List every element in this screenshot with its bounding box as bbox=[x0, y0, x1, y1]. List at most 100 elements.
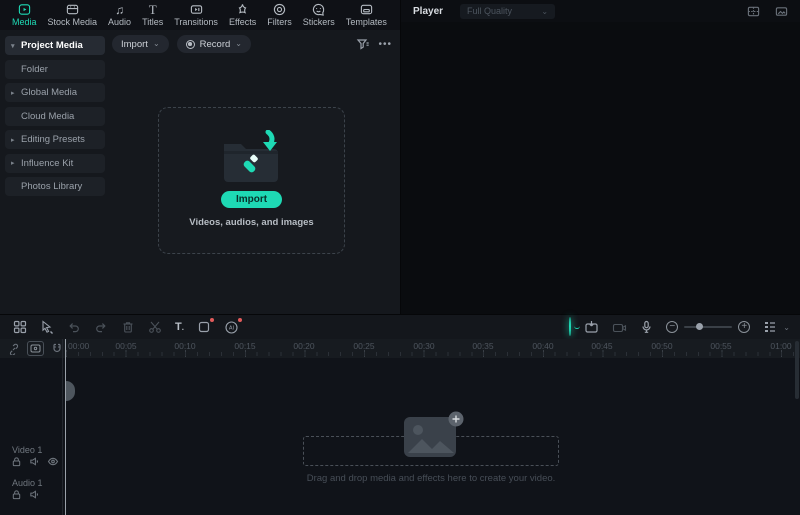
tab-filters[interactable]: Filters bbox=[267, 3, 292, 27]
tab-label: Audio bbox=[108, 17, 132, 27]
sidebar-item-label: Editing Presets bbox=[21, 134, 85, 145]
caret-down-icon[interactable]: ⌄ bbox=[783, 323, 790, 332]
media-icon bbox=[18, 3, 31, 16]
undo-icon[interactable] bbox=[67, 320, 81, 334]
sidebar-item-global-media[interactable]: ▸ Global Media bbox=[5, 83, 105, 102]
caret-down-icon: ▾ bbox=[11, 42, 15, 50]
sidebar-item-label: Cloud Media bbox=[21, 110, 75, 122]
record-screen-icon[interactable] bbox=[612, 321, 627, 334]
tab-label: Templates bbox=[345, 17, 387, 27]
tab-stock-media[interactable]: Stock Media bbox=[47, 3, 98, 27]
audio-icon: ♫ bbox=[115, 3, 125, 17]
sidebar-item-influence-kit[interactable]: ▸ Influence Kit bbox=[5, 153, 105, 173]
playhead[interactable] bbox=[65, 339, 66, 515]
tab-label: Effects bbox=[228, 17, 257, 27]
sidebar-item-photos-library[interactable]: Photos Library bbox=[5, 177, 105, 196]
player-panel: Player Full Quality ⌄ 00:00:00:00 / 00:0… bbox=[401, 0, 800, 314]
tab-label: Transitions bbox=[174, 17, 218, 27]
dropzone-caption: Videos, audios, and images bbox=[189, 217, 314, 228]
hide-track-eye-icon[interactable] bbox=[47, 456, 59, 467]
media-tabbar: Media Stock Media ♫ Audio T Titles Trans… bbox=[0, 0, 400, 30]
zoom-in-button[interactable]: + bbox=[738, 321, 751, 333]
caret-down-icon: ⌄ bbox=[235, 38, 242, 48]
tab-label: Titles bbox=[142, 17, 164, 27]
quality-dropdown[interactable]: Full Quality ⌄ bbox=[460, 3, 556, 19]
audio-track-label: Audio 1 bbox=[12, 478, 43, 488]
select-tool-icon[interactable] bbox=[40, 320, 54, 334]
player-title: Player bbox=[413, 5, 444, 17]
tab-label: Stickers bbox=[302, 17, 335, 27]
filters-icon bbox=[273, 3, 286, 16]
split-scissors-icon[interactable] bbox=[148, 320, 162, 334]
media-library-panel: Media Stock Media ♫ Audio T Titles Trans… bbox=[0, 0, 400, 314]
link-clips-icon[interactable] bbox=[8, 343, 20, 355]
effects-icon bbox=[236, 3, 249, 16]
timeline-zoom-slider[interactable] bbox=[684, 323, 733, 330]
tab-stickers[interactable]: Stickers bbox=[303, 3, 335, 27]
track-manager-icon[interactable] bbox=[763, 320, 777, 334]
filter-sort-icon[interactable] bbox=[356, 37, 370, 51]
microphone-icon[interactable] bbox=[640, 320, 653, 334]
preview-window-icon[interactable] bbox=[775, 5, 788, 18]
import-folder-icon bbox=[216, 130, 288, 186]
svg-text:AI: AI bbox=[229, 325, 235, 331]
ai-copilot-icon[interactable] bbox=[569, 317, 572, 336]
new-feature-dot bbox=[237, 317, 242, 322]
timeline-ruler[interactable]: 00:00 00:05 00:10 00:15 00:20 00:25 00:3… bbox=[0, 339, 800, 358]
import-dropdown-button[interactable]: Import ⌄ bbox=[112, 35, 169, 53]
sidebar-item-project-media[interactable]: ▾ Project Media bbox=[5, 36, 105, 55]
templates-icon bbox=[360, 3, 373, 16]
more-options-icon[interactable]: ••• bbox=[378, 39, 392, 50]
player-header: Player Full Quality ⌄ bbox=[401, 0, 800, 22]
split-screen-icon[interactable] bbox=[747, 5, 760, 18]
mute-track-icon[interactable] bbox=[29, 456, 40, 467]
media-sidebar: ▾ Project Media Folder ▸ Global Media Cl… bbox=[5, 36, 105, 201]
track-panel-handle[interactable] bbox=[66, 381, 75, 401]
tab-templates[interactable]: Templates bbox=[346, 3, 387, 27]
tab-audio[interactable]: ♫ Audio bbox=[108, 3, 131, 27]
auto-ripple-button[interactable] bbox=[27, 341, 44, 356]
media-import-dropzone[interactable]: Import Videos, audios, and images bbox=[158, 107, 345, 254]
ai-tools-icon[interactable]: AI bbox=[224, 317, 242, 335]
add-to-timeline-icon[interactable] bbox=[584, 320, 599, 334]
mute-track-icon[interactable] bbox=[29, 489, 40, 500]
stickers-icon bbox=[312, 3, 325, 16]
delete-icon[interactable] bbox=[121, 320, 135, 334]
timeline-drop-caption: Drag and drop media and effects here to … bbox=[306, 473, 556, 484]
tab-label: Media bbox=[12, 17, 37, 27]
tab-titles[interactable]: T Titles bbox=[142, 3, 163, 27]
tab-transitions[interactable]: Transitions bbox=[174, 3, 218, 27]
mask-crop-icon[interactable] bbox=[197, 318, 214, 334]
library-header: Import ⌄ Record ⌄ ••• bbox=[112, 34, 392, 54]
sidebar-item-label: Photos Library bbox=[21, 181, 83, 192]
record-dropdown-button[interactable]: Record ⌄ bbox=[176, 35, 251, 53]
lock-track-icon[interactable] bbox=[11, 489, 22, 500]
timeline-scrollbar[interactable] bbox=[795, 341, 799, 399]
ruler-minor-ticks bbox=[66, 352, 794, 356]
import-button[interactable]: Import bbox=[220, 191, 283, 208]
zoom-out-button[interactable]: − bbox=[666, 321, 679, 333]
tab-effects[interactable]: Effects bbox=[229, 3, 256, 27]
sidebar-item-label: Folder bbox=[21, 63, 48, 75]
sidebar-item-label: Influence Kit bbox=[21, 157, 74, 169]
sidebar-item-editing-presets[interactable]: ▸ Editing Presets bbox=[5, 130, 105, 149]
tab-label: Stock Media bbox=[47, 17, 98, 27]
tab-media[interactable]: Media bbox=[12, 3, 37, 27]
sidebar-item-cloud-media[interactable]: Cloud Media bbox=[5, 106, 105, 126]
media-placeholder-icon bbox=[402, 411, 466, 461]
redo-icon[interactable] bbox=[94, 320, 108, 334]
text-tool-icon[interactable]: T. bbox=[175, 321, 184, 333]
transitions-icon bbox=[190, 3, 203, 16]
media-browser-grid-icon[interactable] bbox=[13, 320, 27, 334]
caret-right-icon: ▸ bbox=[11, 89, 15, 97]
sidebar-item-folder[interactable]: Folder bbox=[5, 59, 105, 79]
video-track-label: Video 1 bbox=[12, 445, 43, 455]
record-icon bbox=[185, 39, 195, 49]
zoom-slider-thumb[interactable] bbox=[696, 323, 704, 330]
track-header-divider bbox=[62, 339, 63, 515]
tab-label: Filters bbox=[267, 17, 292, 27]
timeline-toolbar: T. AI − + ⌄ bbox=[0, 315, 800, 339]
sidebar-item-label: Project Media bbox=[21, 40, 83, 51]
caret-right-icon: ▸ bbox=[11, 136, 15, 144]
lock-track-icon[interactable] bbox=[11, 456, 22, 467]
